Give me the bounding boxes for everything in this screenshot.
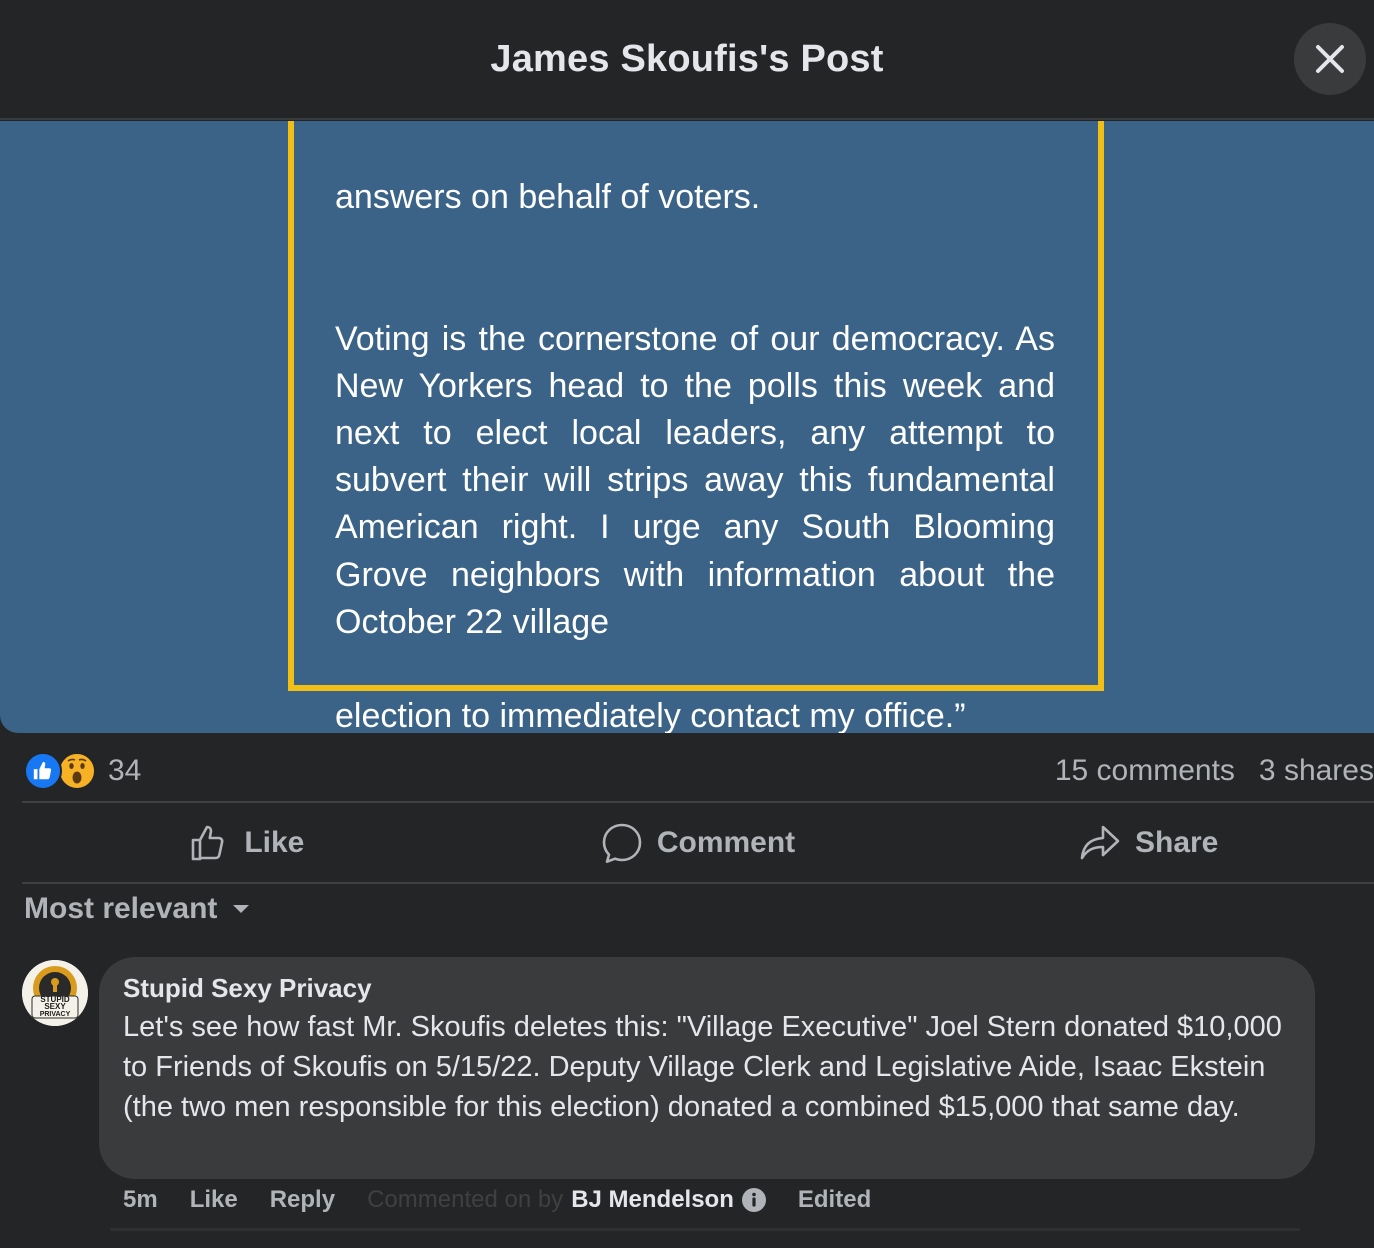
share-arrow-icon: [1080, 825, 1120, 860]
commenter-avatar[interactable]: STUPID SEXY PRIVACY: [22, 960, 88, 1026]
like-label: Like: [244, 826, 305, 859]
comment-timestamp[interactable]: 5m: [123, 1186, 158, 1214]
dialog-title: James Skoufis's Post: [490, 37, 884, 80]
divider: [22, 801, 1374, 803]
comment-label: Comment: [656, 826, 796, 859]
comment-text: Let's see how fast Mr. Skoufis deletes t…: [123, 1011, 1282, 1123]
svg-text:PRIVACY: PRIVACY: [40, 1011, 71, 1018]
post-image[interactable]: answers on behalf of voters. Voting is t…: [0, 121, 1374, 733]
edited-label[interactable]: Edited: [798, 1186, 871, 1214]
wow-reaction-icon: [58, 752, 96, 790]
quote-body: Voting is the cornerstone of our democra…: [335, 319, 1055, 641]
reactions-summary[interactable]: 34: [24, 752, 141, 790]
comment-meta: 5m Like Reply Commented on by BJ Mendels…: [123, 1180, 903, 1220]
sort-label: Most relevant: [24, 892, 218, 925]
comment-bubble[interactable]: Stupid Sexy Privacy Let's see how fast M…: [99, 957, 1315, 1179]
comment-author[interactable]: Stupid Sexy Privacy: [123, 973, 372, 1004]
commenter-name-link[interactable]: BJ Mendelson: [571, 1186, 734, 1214]
quote-last-line: election to immediately contact my offic…: [335, 697, 966, 733]
comment-sort-dropdown[interactable]: Most relevant: [24, 892, 251, 926]
next-comment-edge: [110, 1228, 1300, 1231]
info-icon[interactable]: [741, 1188, 766, 1212]
share-button[interactable]: Share: [923, 823, 1374, 863]
shares-count-link[interactable]: 3 shares: [1259, 754, 1374, 788]
close-button[interactable]: [1294, 23, 1366, 95]
commented-on-by-label: Commented on by: [367, 1186, 564, 1213]
comment-like-button[interactable]: Like: [190, 1186, 238, 1214]
post-actions: Like Comment Share: [22, 804, 1374, 882]
share-label: Share: [1134, 826, 1219, 859]
quote-line-top: answers on behalf of voters.: [335, 178, 761, 217]
dialog-header: James Skoufis's Post: [0, 0, 1374, 120]
caret-down-icon: [233, 905, 250, 913]
stupid-sexy-privacy-logo: STUPID SEXY PRIVACY: [22, 960, 88, 1026]
quote-text: answers on behalf of voters. Voting is t…: [335, 127, 1055, 733]
comment-reply-button[interactable]: Reply: [270, 1186, 335, 1214]
post-dialog: James Skoufis's Post answers on behalf o…: [0, 0, 1374, 1248]
comment-bubble-icon: [602, 823, 642, 863]
stats-links: 15 comments 3 shares: [1055, 754, 1374, 788]
close-icon: [1316, 45, 1344, 73]
reaction-count: 34: [108, 754, 142, 787]
like-reaction-icon: [24, 752, 62, 790]
svg-text:SEXY: SEXY: [44, 1002, 66, 1011]
comments-count-link[interactable]: 15 comments: [1055, 754, 1235, 788]
post-stats: 34 15 comments 3 shares: [24, 742, 1374, 800]
thumbs-up-icon: [192, 825, 224, 861]
like-button[interactable]: Like: [22, 823, 473, 863]
divider: [22, 882, 1374, 884]
comment-button[interactable]: Comment: [473, 822, 924, 864]
